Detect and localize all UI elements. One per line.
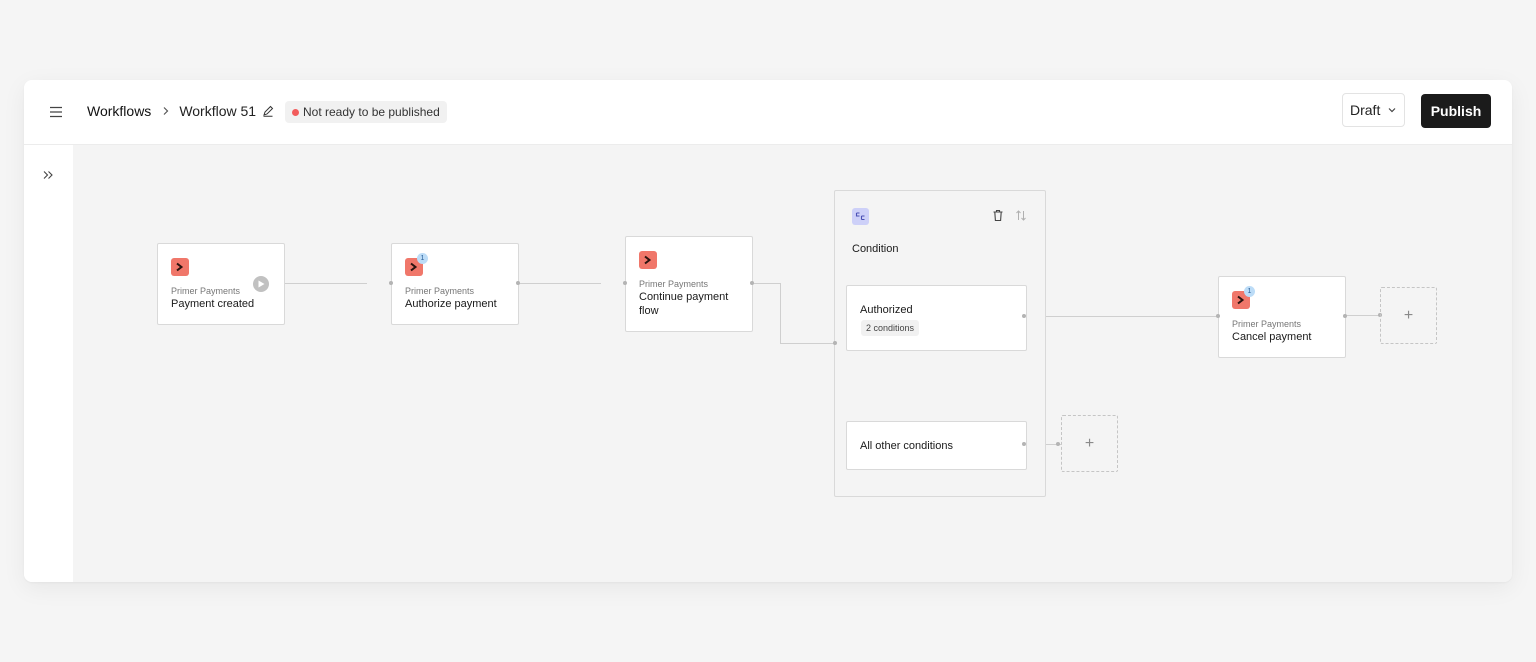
draft-version-select[interactable]: Draft	[1342, 93, 1405, 127]
draft-select-label: Draft	[1350, 102, 1381, 118]
connector-line	[1025, 316, 1219, 317]
breadcrumb-workflows-link[interactable]: Workflows	[87, 103, 151, 119]
connection-port[interactable]	[833, 341, 837, 345]
connection-port[interactable]	[750, 281, 754, 285]
node-authorize-payment[interactable]: 1 Primer Payments Authorize payment	[391, 243, 519, 325]
connection-port[interactable]	[389, 281, 393, 285]
conditions-count-tag: 2 conditions	[861, 320, 920, 336]
sort-arrows-icon[interactable]	[1015, 209, 1027, 222]
trash-icon[interactable]	[992, 209, 1004, 222]
node-provider: Primer Payments	[1232, 319, 1302, 329]
connection-port[interactable]	[1343, 314, 1347, 318]
workflow-name: Workflow 51	[179, 103, 257, 119]
node-provider: Primer Payments	[639, 279, 709, 289]
add-step-button[interactable]: +	[1061, 415, 1118, 472]
connection-port[interactable]	[1022, 314, 1026, 318]
branch-authorized[interactable]: Authorized 2 conditions	[846, 285, 1027, 351]
connection-port[interactable]	[516, 281, 520, 285]
node-title: Cancel payment	[1232, 331, 1312, 343]
node-title-line1: Continue payment	[639, 291, 729, 303]
node-provider: Primer Payments	[405, 286, 475, 296]
count-badge: 1	[417, 253, 428, 264]
breadcrumb: Workflows Workflow 51	[87, 101, 274, 121]
connection-port[interactable]	[1056, 442, 1060, 446]
condition-title: Condition	[852, 243, 899, 255]
header-bar: Workflows Workflow 51 Not ready to be pu…	[24, 80, 1512, 145]
node-cancel-payment[interactable]: 1 Primer Payments Cancel payment	[1218, 276, 1346, 358]
connector-line	[1345, 315, 1381, 316]
branch-all-other-conditions[interactable]: All other conditions	[846, 421, 1027, 470]
workflow-editor-window: Workflows Workflow 51 Not ready to be pu…	[24, 80, 1512, 582]
node-continue-payment-flow[interactable]: Primer Payments Continue payment flow	[625, 236, 753, 332]
branch-title: All other conditions	[860, 440, 953, 452]
double-chevron-right-icon[interactable]	[42, 169, 54, 181]
sidebar	[24, 145, 74, 582]
connection-port[interactable]	[623, 281, 627, 285]
node-provider: Primer Payments	[171, 286, 241, 296]
connector-line	[780, 343, 836, 344]
connection-port[interactable]	[1022, 442, 1026, 446]
chevron-right-icon	[163, 107, 169, 115]
primer-logo-icon	[171, 258, 189, 276]
publish-button[interactable]: Publish	[1421, 94, 1491, 128]
play-trigger-icon[interactable]	[253, 276, 269, 292]
status-text: Not ready to be published	[303, 105, 440, 119]
condition-group[interactable]: Condition Authorized 2 conditions All ot…	[834, 190, 1046, 497]
node-title: Payment created	[171, 298, 255, 310]
workflow-canvas[interactable]: Primer Payments Payment created 1 Primer…	[73, 145, 1512, 582]
node-title: Authorize payment	[405, 298, 497, 310]
connector-line	[780, 283, 781, 344]
status-badge: Not ready to be published	[285, 101, 447, 123]
pencil-icon[interactable]	[262, 105, 274, 117]
primer-logo-icon: 1	[405, 253, 428, 276]
count-badge: 1	[1244, 286, 1255, 297]
chevron-down-icon	[1388, 108, 1396, 113]
connection-port[interactable]	[1216, 314, 1220, 318]
add-step-button[interactable]: +	[1380, 287, 1437, 344]
branch-icon	[852, 208, 869, 225]
status-dot-icon	[292, 108, 299, 116]
primer-logo-icon: 1	[1232, 286, 1255, 309]
hamburger-menu-icon[interactable]	[48, 104, 64, 120]
node-title-line2: flow	[639, 305, 659, 317]
primer-logo-icon	[639, 251, 657, 269]
branch-title: Authorized	[860, 304, 913, 316]
